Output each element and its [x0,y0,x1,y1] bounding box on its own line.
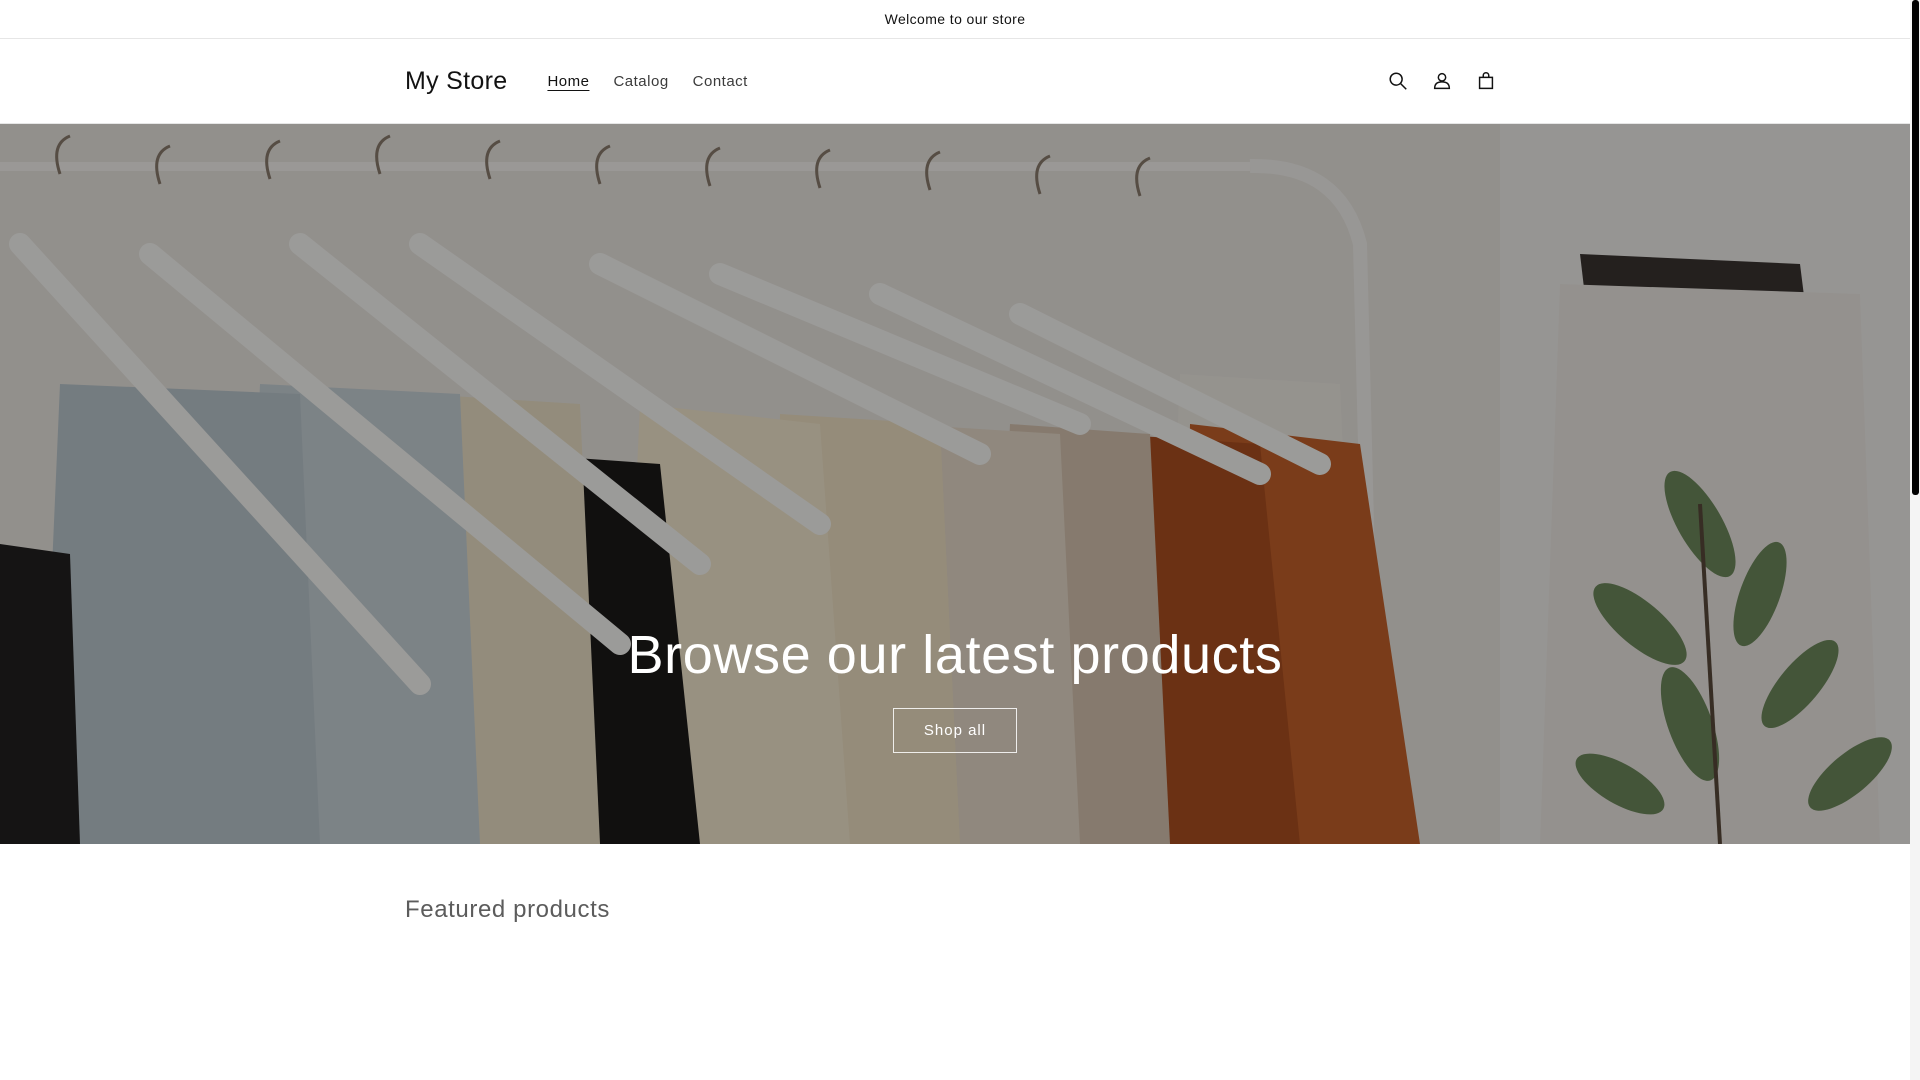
announcement-bar: Welcome to our store [0,0,1910,39]
hero-banner: Browse our latest products Shop all [0,124,1910,844]
page-content: Welcome to our store My Store Home Catal… [0,0,1910,1080]
cart-button[interactable] [1467,59,1505,103]
featured-products-section: Featured products [0,844,1910,1074]
announcement-text: Welcome to our store [884,11,1026,27]
shop-all-button[interactable]: Shop all [892,708,1018,753]
store-logo[interactable]: My Store [405,67,507,96]
nav-contact[interactable]: Contact [681,73,760,90]
site-header: My Store Home Catalog Contact [0,39,1910,124]
nav-catalog[interactable]: Catalog [601,73,680,90]
header-inner: My Store Home Catalog Contact [405,39,1505,123]
featured-products-title: Featured products [405,896,610,923]
search-icon [1389,72,1407,90]
hero-title: Browse our latest products [627,625,1283,685]
page-scrollbar[interactable] [1910,0,1920,1080]
hero-content: Browse our latest products Shop all [0,624,1910,753]
account-icon [1433,72,1451,90]
search-button[interactable] [1379,59,1417,103]
nav-home[interactable]: Home [535,73,601,90]
main-nav: Home Catalog Contact [535,73,759,90]
account-button[interactable] [1423,59,1461,103]
cart-icon [1478,72,1494,90]
scrollbar-thumb[interactable] [1912,0,1919,495]
page: Welcome to our store My Store Home Catal… [0,0,1920,1080]
header-icons [1379,59,1505,103]
